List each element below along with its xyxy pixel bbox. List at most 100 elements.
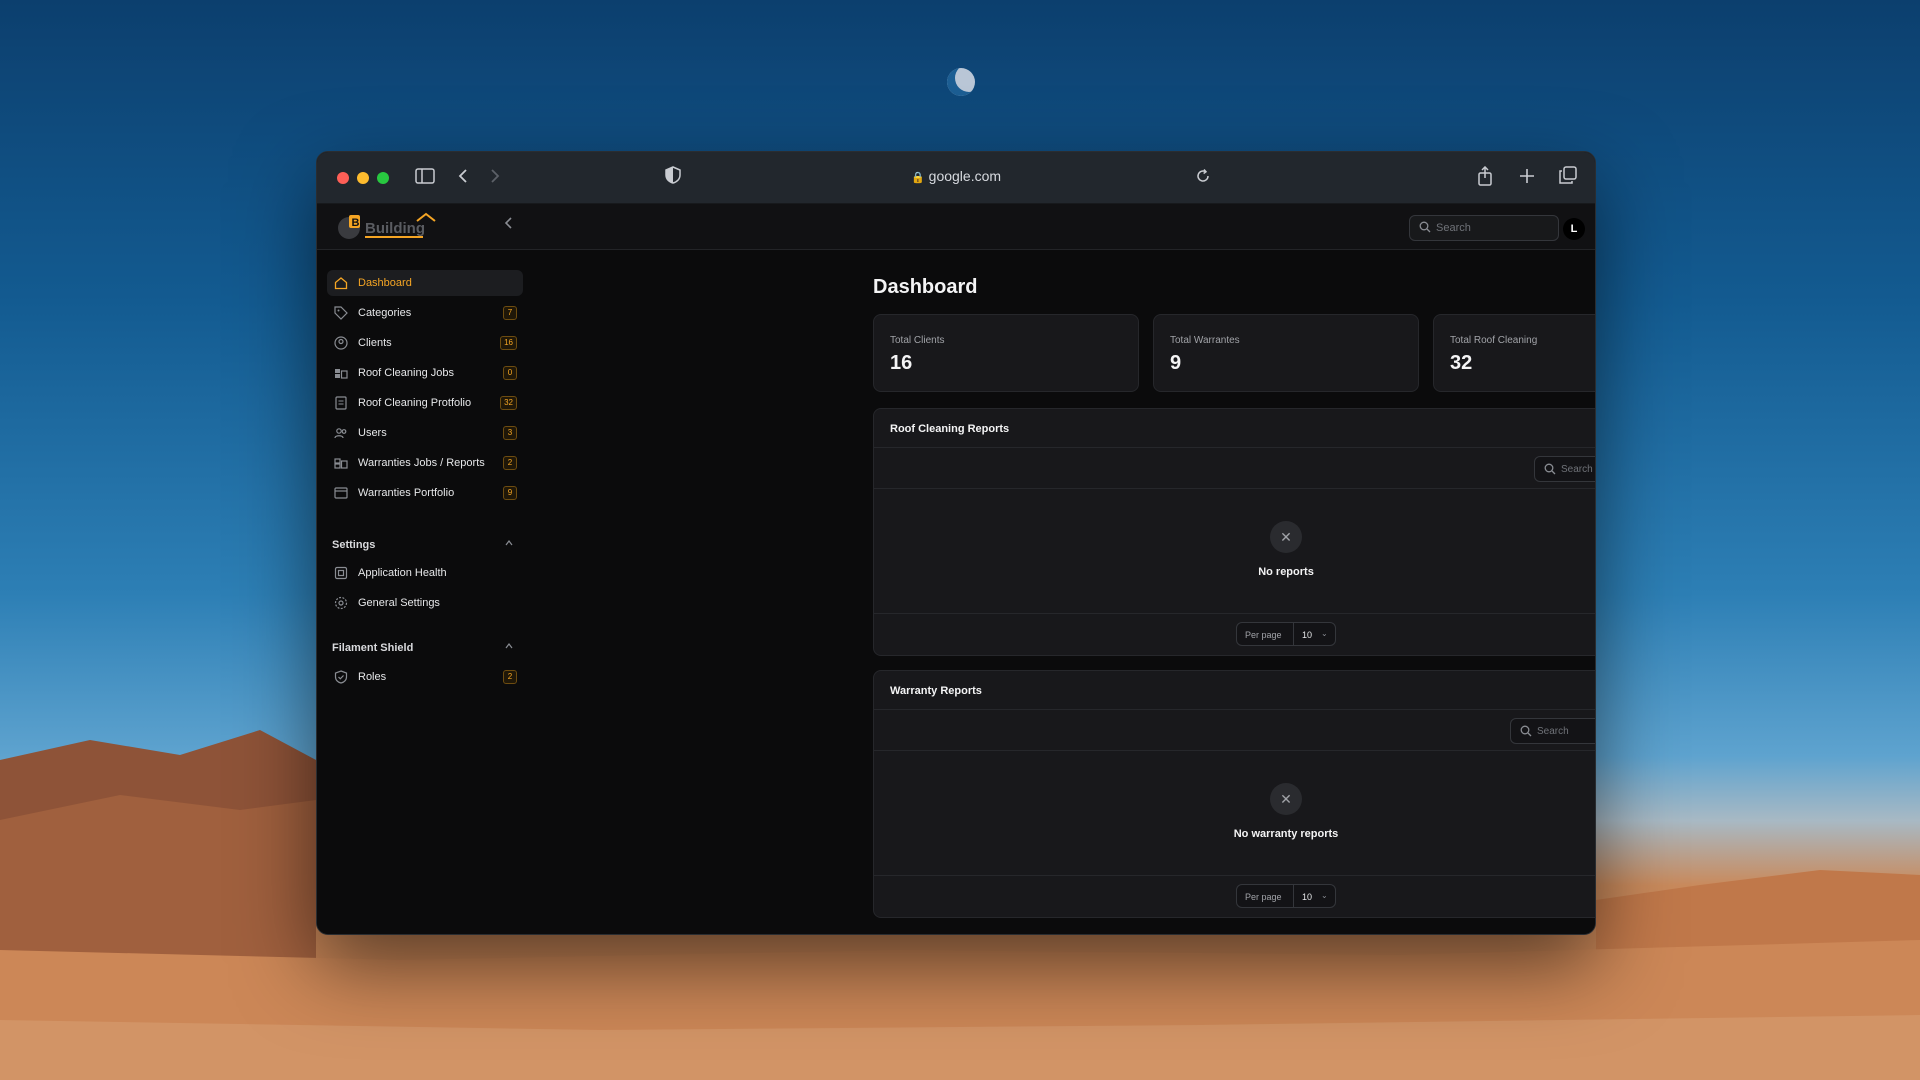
empty-state-text: No warranty reports — [1233, 828, 1339, 840]
stat-card-total-clients: Total Clients 16 — [873, 314, 1139, 392]
stat-card-total-warrantes: Total Warrantes 9 — [1153, 314, 1419, 392]
clipboard-icon — [334, 456, 348, 470]
sidebar-item-roles[interactable]: Roles 2 — [327, 664, 523, 690]
per-page-select[interactable]: Per page 10 ⌄ — [1236, 884, 1336, 908]
sidebar-item-label: Users — [358, 427, 387, 439]
reload-icon[interactable] — [1195, 166, 1211, 190]
search-placeholder: Search — [1537, 726, 1569, 737]
sidebar-item-users[interactable]: Users 3 — [327, 420, 523, 446]
svg-text:B: B — [352, 217, 360, 229]
close-icon: ✕ — [1270, 783, 1302, 815]
filament-shield-group-title[interactable]: Filament Shield — [332, 642, 413, 654]
stat-label: Total Roof Cleaning — [1450, 335, 1538, 346]
count-badge: 9 — [503, 486, 517, 500]
search-icon — [1419, 221, 1431, 236]
app-header: B Building Search L — [317, 204, 1595, 250]
tabs-icon[interactable] — [1559, 166, 1577, 190]
tag-icon — [334, 306, 348, 320]
stat-value: 9 — [1170, 352, 1182, 374]
home-icon — [334, 276, 348, 290]
per-page-value: 10 — [1302, 892, 1313, 902]
search-icon — [1544, 463, 1556, 478]
per-page-value: 10 — [1302, 630, 1313, 640]
users-icon — [334, 426, 348, 440]
address-bar[interactable]: 🔒 google.com — [317, 168, 1595, 184]
browser-window: 🔒 google.com B Building Search L Dashboa… — [316, 151, 1596, 935]
stat-label: Total Warrantes — [1170, 335, 1240, 346]
sidebar-item-label: Categories — [358, 307, 412, 319]
stat-card-total-roof-cleaning: Total Roof Cleaning 32 — [1433, 314, 1595, 392]
warranty-search-input[interactable]: Search — [1510, 718, 1595, 744]
search-placeholder: Search — [1561, 464, 1593, 475]
chevron-up-icon[interactable] — [505, 539, 513, 550]
document-icon — [334, 396, 348, 410]
main-content: Dashboard Total Clients 16 Total Warrant… — [527, 250, 1595, 934]
per-page-label: Per page — [1245, 892, 1282, 902]
panel-title: Warranty Reports — [890, 685, 982, 697]
per-page-label: Per page — [1245, 630, 1282, 640]
user-circle-icon — [334, 336, 348, 350]
stat-value: 32 — [1450, 352, 1473, 374]
sidebar-item-label: Dashboard — [358, 277, 412, 289]
chevron-down-icon: ⌄ — [1321, 891, 1328, 900]
user-avatar[interactable]: L — [1563, 218, 1585, 240]
browser-toolbar: 🔒 google.com — [317, 152, 1595, 204]
pagination-footer: Per page 10 ⌄ — [874, 875, 1595, 917]
sidebar-item-warranties-jobs-reports[interactable]: Warranties Jobs / Reports 2 — [327, 450, 523, 476]
sidebar-item-roof-cleaning-protfolio[interactable]: Roof Cleaning Protfolio 32 — [327, 390, 523, 416]
chevron-up-icon[interactable] — [505, 642, 513, 653]
cog-icon — [334, 596, 348, 610]
warranty-reports-panel: Warranty Reports Search ✕ No warranty re… — [873, 670, 1595, 918]
sidebar-item-label: General Settings — [358, 597, 440, 609]
lock-icon: 🔒 — [910, 172, 925, 184]
sidebar-item-label: Roof Cleaning Jobs — [358, 367, 455, 379]
count-badge: 7 — [503, 306, 517, 320]
stat-value: 16 — [890, 352, 913, 374]
pagination-footer: Per page 10 ⌄ — [874, 613, 1595, 655]
shield-check-icon — [334, 670, 348, 684]
close-icon: ✕ — [1270, 521, 1302, 553]
logo-text: Building — [365, 220, 425, 237]
moon — [947, 68, 975, 96]
share-icon[interactable] — [1477, 165, 1493, 192]
page-title: Dashboard — [873, 276, 978, 298]
archive-icon — [334, 486, 348, 500]
count-badge: 2 — [503, 670, 517, 684]
briefcase-icon — [334, 366, 348, 380]
sidebar-item-application-health[interactable]: Application Health — [327, 560, 523, 586]
search-icon — [1520, 725, 1532, 740]
panel-title: Roof Cleaning Reports — [890, 423, 1010, 435]
sidebar-item-dashboard[interactable]: Dashboard — [327, 270, 523, 296]
count-badge: 16 — [500, 336, 517, 350]
stat-label: Total Clients — [890, 335, 945, 346]
sidebar-item-label: Roles — [358, 671, 387, 683]
table-toolbar: Search — [874, 709, 1595, 751]
sidebar-item-label: Application Health — [358, 567, 447, 579]
brand-logo[interactable]: B Building — [335, 211, 439, 243]
global-search-input[interactable]: Search — [1409, 215, 1559, 241]
sidebar-item-roof-cleaning-jobs[interactable]: Roof Cleaning Jobs 0 — [327, 360, 523, 386]
plus-icon[interactable] — [1519, 166, 1535, 190]
global-search-placeholder: Search — [1436, 222, 1471, 234]
divider — [1293, 885, 1294, 907]
per-page-select[interactable]: Per page 10 ⌄ — [1236, 622, 1336, 646]
settings-group-title[interactable]: Settings — [332, 539, 375, 551]
reports-search-input[interactable]: Search — [1534, 456, 1595, 482]
sidebar: Dashboard Categories 7 Clients 16 Roof C… — [317, 250, 527, 934]
roof-cleaning-reports-panel: Roof Cleaning Reports Search ✕ No report… — [873, 408, 1595, 656]
sidebar-item-general-settings[interactable]: General Settings — [327, 590, 523, 616]
table-toolbar: Search — [874, 447, 1595, 489]
count-badge: 0 — [503, 366, 517, 380]
sidebar-item-categories[interactable]: Categories 7 — [327, 300, 523, 326]
cpu-icon — [334, 566, 348, 580]
empty-state-text: No reports — [1258, 566, 1314, 578]
count-badge: 2 — [503, 456, 517, 470]
divider — [1293, 623, 1294, 645]
collapse-sidebar-icon[interactable] — [503, 216, 513, 235]
sidebar-item-label: Roof Cleaning Protfolio — [358, 397, 472, 409]
chevron-down-icon: ⌄ — [1321, 629, 1328, 638]
sidebar-item-label: Warranties Portfolio — [358, 487, 455, 499]
sidebar-item-clients[interactable]: Clients 16 — [327, 330, 523, 356]
sidebar-item-warranties-portfolio[interactable]: Warranties Portfolio 9 — [327, 480, 523, 506]
count-badge: 3 — [503, 426, 517, 440]
